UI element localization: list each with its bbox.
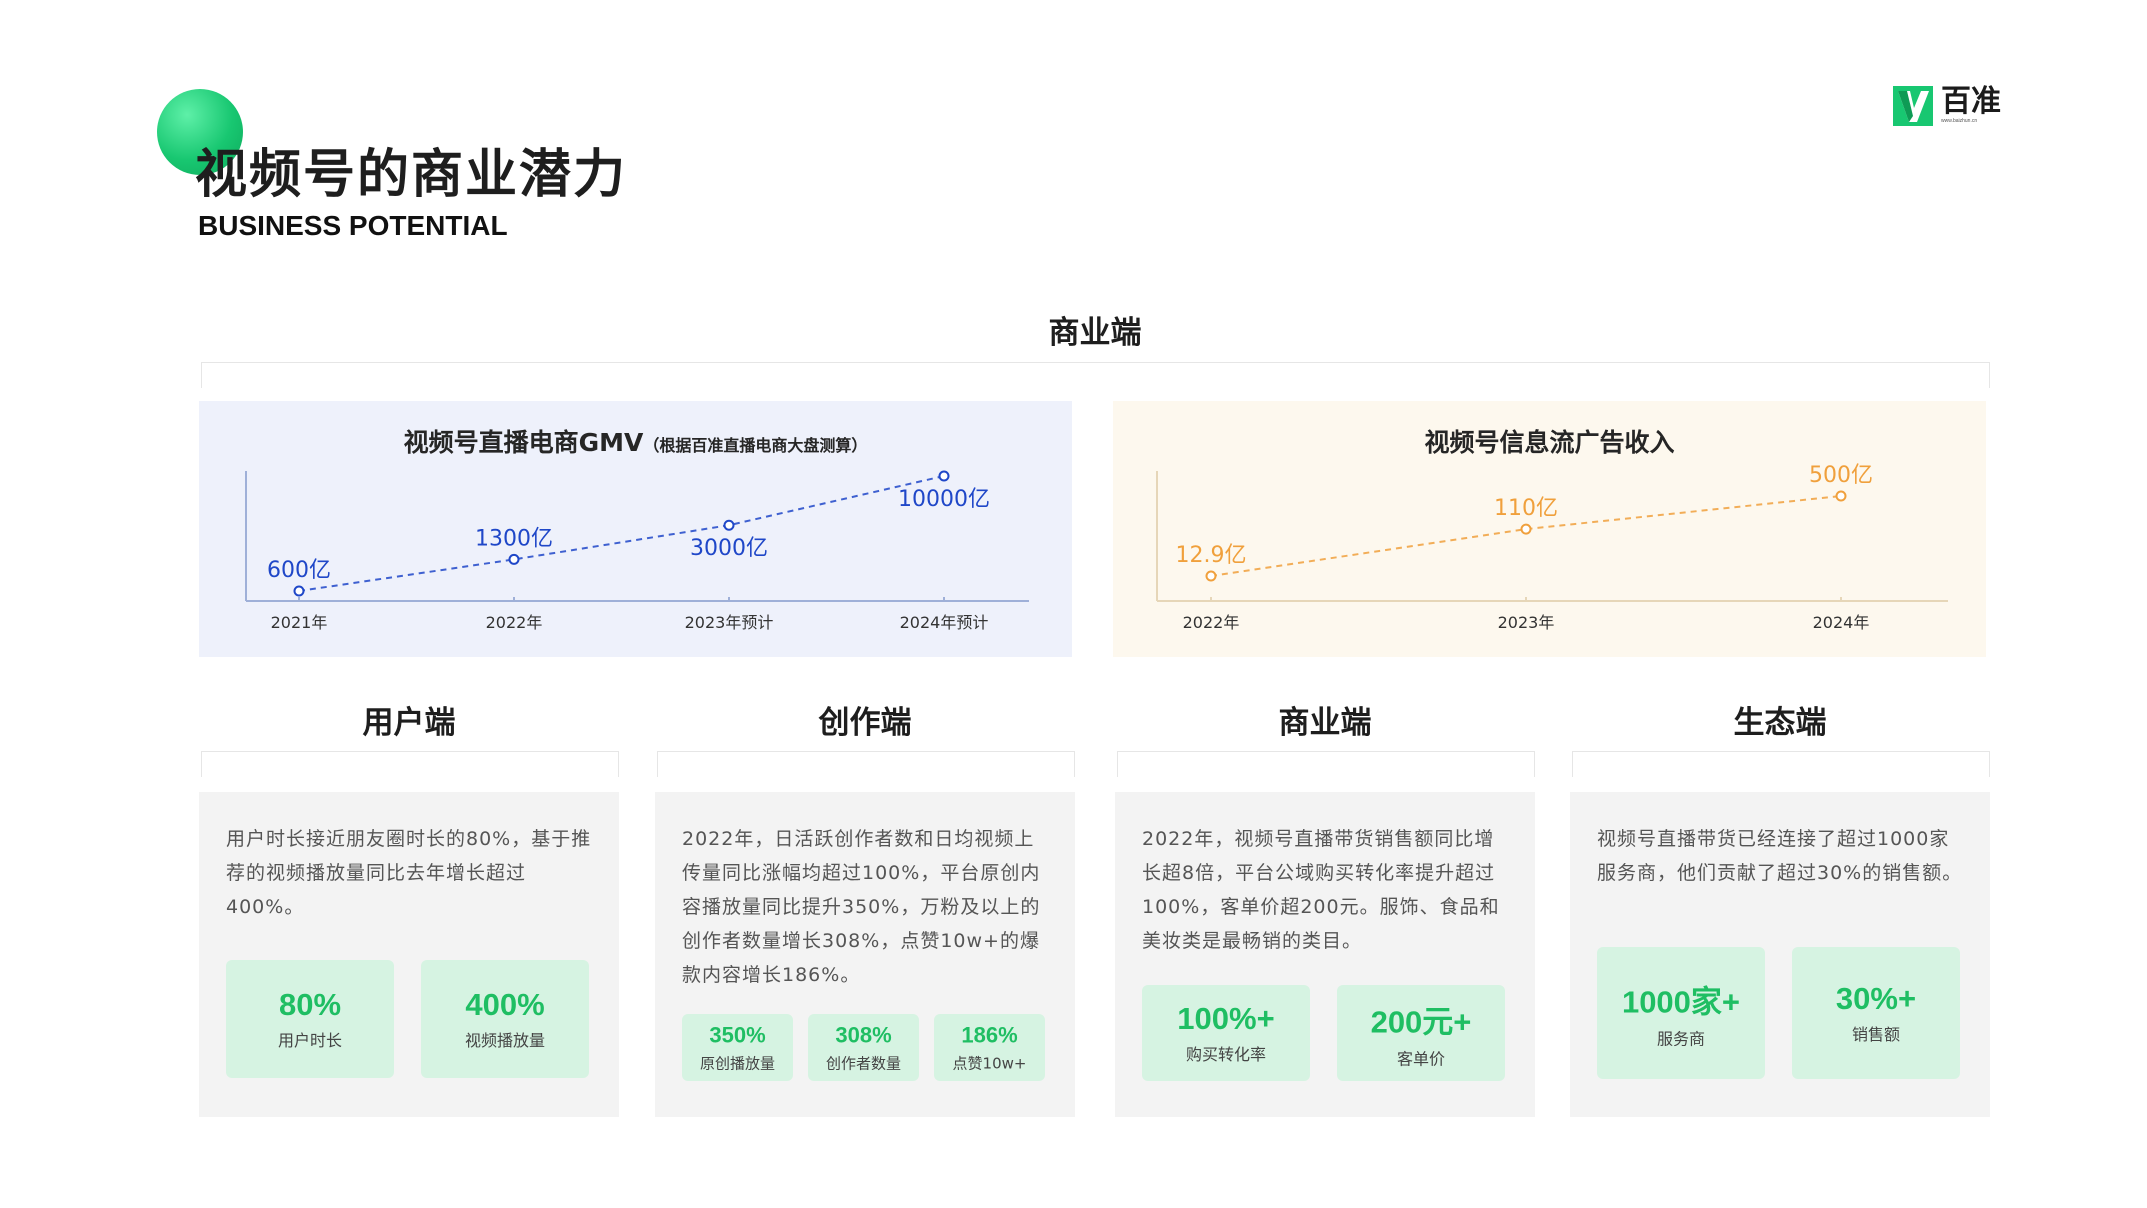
data-label: 110亿 <box>1494 496 1558 521</box>
stat-box: 308% 创作者数量 <box>808 1014 919 1081</box>
card-heading-divider <box>1572 751 1990 777</box>
series-line <box>298 475 945 592</box>
x-tick-label: 2024年 <box>1813 613 1870 632</box>
stat-label: 服务商 <box>1656 1029 1705 1049</box>
x-tick-label: 2023年 <box>1498 613 1555 632</box>
x-tick-label: 2022年 <box>486 613 543 632</box>
card-heading: 创作端 <box>818 705 912 741</box>
data-point <box>508 553 520 565</box>
stat-box: 400% 视频播放量 <box>421 960 589 1078</box>
ad-revenue-chart-panel: 视频号信息流广告收入 2022年 2023年 2024年 12.9亿 110亿 500亿 <box>1113 401 1986 657</box>
stat-label: 创作者数量 <box>825 1054 901 1072</box>
data-label: 1300亿 <box>475 526 553 551</box>
stat-label: 视频播放量 <box>464 1031 545 1050</box>
stat-box: 186% 点赞10w+ <box>934 1014 1045 1081</box>
info-card: 2022年，视频号直播带货销售额同比增长超8倍，平台公域购买转化率提升超过100… <box>1115 792 1535 1117</box>
x-tick-label: 2022年 <box>1183 613 1240 632</box>
data-point <box>293 585 305 597</box>
data-point <box>1835 490 1847 502</box>
brand-logo: 百准 www.baizhun.cn <box>1893 86 2001 126</box>
stat-label: 客单价 <box>1396 1049 1445 1069</box>
card-heading-divider <box>201 751 619 777</box>
stat-value: 200元+ <box>1370 1004 1472 1040</box>
card-heading-divider <box>1117 751 1535 777</box>
stat-value: 186% <box>961 1022 1018 1047</box>
card-heading: 生态端 <box>1733 705 1827 741</box>
stat-label: 购买转化率 <box>1185 1045 1266 1064</box>
card-heading: 商业端 <box>1278 705 1372 741</box>
data-point <box>938 470 950 482</box>
data-point <box>1520 523 1532 535</box>
data-label: 500亿 <box>1809 463 1873 488</box>
gmv-line-chart: 2021年 2022年 2023年预计 2024年预计 600亿 1300亿 3000亿 10… <box>245 470 1029 632</box>
page-subtitle: BUSINESS POTENTIAL <box>198 210 508 241</box>
stat-box: 200元+ 客单价 <box>1337 985 1505 1081</box>
stat-box: 100%+ 购买转化率 <box>1142 985 1310 1081</box>
stat-value: 1000家+ <box>1621 984 1741 1020</box>
stat-box: 1000家+ 服务商 <box>1597 947 1765 1079</box>
card-heading-divider <box>657 751 1075 777</box>
stat-value: 350% <box>709 1022 766 1047</box>
data-point <box>1205 570 1217 582</box>
x-tick-label: 2024年预计 <box>900 613 989 632</box>
baizhun-logo-icon <box>1893 86 1933 126</box>
stat-label: 用户时长 <box>277 1031 342 1050</box>
stat-value: 80% <box>278 987 342 1022</box>
data-label: 600亿 <box>267 558 331 583</box>
stat-label: 原创播放量 <box>699 1054 775 1072</box>
stat-box: 30%+ 销售额 <box>1792 947 1960 1079</box>
ad-revenue-line-chart: 2022年 2023年 2024年 12.9亿 110亿 500亿 <box>1156 463 1948 632</box>
gmv-chart-panel: 视频号直播电商GMV（根据百准直播电商大盘测算） 2021年 2022年 2023年… <box>199 401 1072 657</box>
stat-box: 80% 用户时长 <box>226 960 394 1078</box>
card-description: 用户时长接近朋友圈时长的80%，基于推荐的视频播放量同比去年增长超过400%。 <box>226 828 592 918</box>
page-title: 视频号的商业潜力 <box>195 145 628 205</box>
card-description: 视频号直播带货已经连接了超过1000家服务商，他们贡献了超过30%的销售额。 <box>1597 828 1963 884</box>
x-tick-label: 2023年预计 <box>685 613 774 632</box>
top-section-divider <box>201 362 1990 388</box>
stat-label: 销售额 <box>1851 1025 1900 1044</box>
info-card: 用户时长接近朋友圈时长的80%，基于推荐的视频播放量同比去年增长超过400%。 8… <box>199 792 619 1117</box>
card-description: 2022年，视频号直播带货销售额同比增长超8倍，平台公域购买转化率提升超过100… <box>1142 828 1500 952</box>
stat-value: 100%+ <box>1177 1001 1275 1036</box>
data-label: 12.9亿 <box>1176 543 1247 568</box>
info-card: 2022年，日活跃创作者数和日均视频上传量同比涨幅均超过100%，平台原创内容播… <box>655 792 1075 1117</box>
data-point <box>723 519 735 531</box>
data-label: 10000亿 <box>898 487 990 512</box>
logo-name: 百准 <box>1941 84 2001 119</box>
stat-value: 308% <box>835 1022 892 1047</box>
top-section-heading: 商业端 <box>1048 315 1142 351</box>
card-description: 2022年，日活跃创作者数和日均视频上传量同比涨幅均超过100%，平台原创内容播… <box>682 828 1041 986</box>
info-card: 视频号直播带货已经连接了超过1000家服务商，他们贡献了超过30%的销售额。 10… <box>1570 792 1990 1117</box>
stat-label: 点赞10w+ <box>952 1054 1027 1072</box>
x-tick-label: 2021年 <box>271 613 328 632</box>
stat-value: 400% <box>465 987 545 1022</box>
card-heading: 用户端 <box>362 705 456 741</box>
data-label: 3000亿 <box>690 536 768 561</box>
stat-value: 30%+ <box>1835 981 1917 1016</box>
stat-box: 350% 原创播放量 <box>682 1014 793 1081</box>
